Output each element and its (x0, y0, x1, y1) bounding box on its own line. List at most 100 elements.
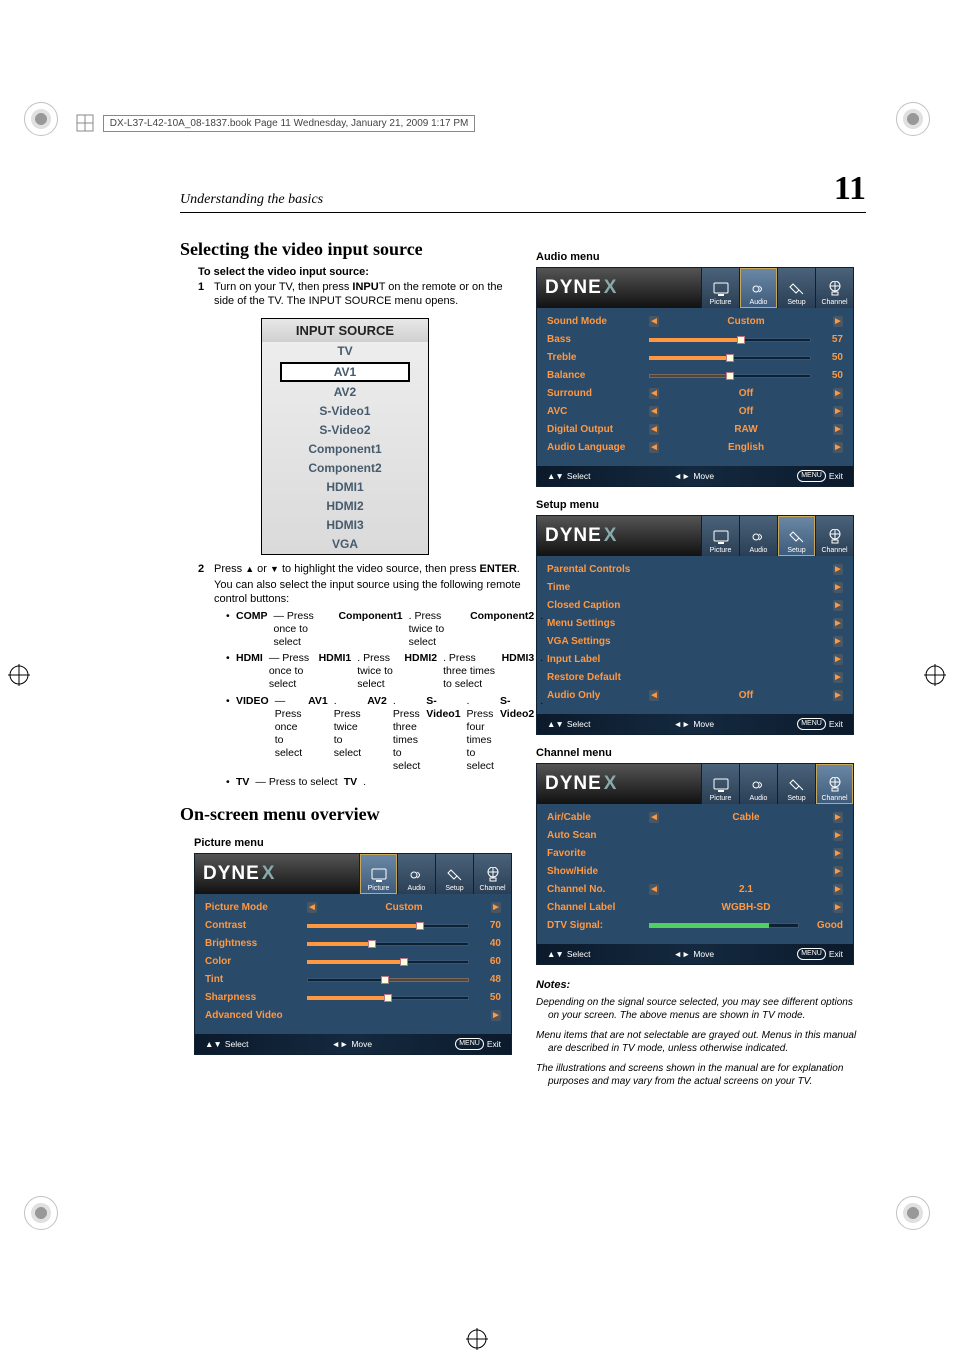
left-arrow-icon[interactable]: ◄ (649, 690, 659, 701)
right-arrow-icon[interactable]: ► (833, 902, 843, 913)
osd-tab-audio[interactable]: Audio (739, 764, 777, 804)
osd-row[interactable]: Favorite► (547, 848, 843, 859)
osd-row[interactable]: Brightness40 (205, 938, 501, 949)
osd-row[interactable]: Picture Mode◄Custom► (205, 902, 501, 913)
osd-slider[interactable] (649, 338, 811, 342)
osd-tab-audio[interactable]: Audio (739, 268, 777, 308)
left-arrow-icon[interactable]: ◄ (649, 406, 659, 417)
osd-slider[interactable] (307, 978, 469, 982)
osd-tab-picture[interactable]: Picture (359, 854, 397, 894)
osd-tab-setup[interactable]: Setup (777, 516, 815, 556)
leftright-icon: ◄► (674, 719, 691, 729)
left-arrow-icon[interactable]: ◄ (307, 902, 317, 913)
osd-row[interactable]: Color60 (205, 956, 501, 967)
right-arrow-icon[interactable]: ► (833, 406, 843, 417)
right-arrow-icon[interactable]: ► (833, 564, 843, 575)
right-arrow-icon[interactable]: ► (833, 636, 843, 647)
left-arrow-icon[interactable]: ◄ (649, 442, 659, 453)
right-arrow-icon[interactable]: ► (833, 600, 843, 611)
input-source-item[interactable]: TV (262, 342, 428, 361)
osd-row[interactable]: Audio Only◄Off► (547, 690, 843, 701)
osd-tab-setup[interactable]: Setup (777, 764, 815, 804)
osd-tab-channel[interactable]: Channel (815, 516, 853, 556)
right-arrow-icon[interactable]: ► (833, 442, 843, 453)
dynex-logo: DYNEX (537, 268, 701, 308)
right-arrow-icon[interactable]: ► (833, 672, 843, 683)
osd-row[interactable]: Parental Controls► (547, 564, 843, 575)
osd-row[interactable]: Bass57 (547, 334, 843, 345)
osd-row[interactable]: Time► (547, 582, 843, 593)
osd-row[interactable]: Surround◄Off► (547, 388, 843, 399)
input-source-item[interactable]: Component2 (262, 459, 428, 478)
right-arrow-icon[interactable]: ► (833, 830, 843, 841)
osd-row[interactable]: Auto Scan► (547, 830, 843, 841)
osd-row[interactable]: Digital Output◄RAW► (547, 424, 843, 435)
osd-row[interactable]: Channel No.◄2.1► (547, 884, 843, 895)
input-source-item[interactable]: S-Video1 (262, 402, 428, 421)
input-source-item[interactable]: VGA (262, 535, 428, 554)
osd-row[interactable]: DTV Signal:Good (547, 920, 843, 931)
picture-menu-title: Picture menu (194, 837, 510, 849)
osd-row[interactable]: Input Label► (547, 654, 843, 665)
right-arrow-icon[interactable]: ► (833, 884, 843, 895)
osd-slider[interactable] (649, 374, 811, 378)
osd-slider[interactable] (307, 996, 469, 1000)
right-arrow-icon[interactable]: ► (833, 388, 843, 399)
input-source-item[interactable]: HDMI3 (262, 516, 428, 535)
left-arrow-icon[interactable]: ◄ (649, 388, 659, 399)
osd-row[interactable]: Sound Mode◄Custom► (547, 316, 843, 327)
left-arrow-icon[interactable]: ◄ (649, 424, 659, 435)
right-arrow-icon[interactable]: ► (833, 582, 843, 593)
osd-tab-audio[interactable]: Audio (397, 854, 435, 894)
osd-row[interactable]: Closed Caption► (547, 600, 843, 611)
input-source-item[interactable]: Component1 (262, 440, 428, 459)
right-arrow-icon[interactable]: ► (833, 690, 843, 701)
right-arrow-icon[interactable]: ► (833, 618, 843, 629)
osd-slider[interactable] (307, 960, 469, 964)
osd-tab-picture[interactable]: Picture (701, 516, 739, 556)
right-arrow-icon[interactable]: ► (833, 812, 843, 823)
osd-row[interactable]: Restore Default► (547, 672, 843, 683)
osd-row[interactable]: Advanced Video► (205, 1010, 501, 1021)
osd-row[interactable]: Audio Language◄English► (547, 442, 843, 453)
osd-row[interactable]: Show/Hide► (547, 866, 843, 877)
osd-row[interactable]: Treble50 (547, 352, 843, 363)
osd-tab-channel[interactable]: Channel (815, 764, 853, 804)
right-arrow-icon[interactable]: ► (833, 848, 843, 859)
right-arrow-icon[interactable]: ► (833, 316, 843, 327)
osd-slider[interactable] (307, 942, 469, 946)
osd-row[interactable]: Balance50 (547, 370, 843, 381)
left-arrow-icon[interactable]: ◄ (649, 884, 659, 895)
input-source-item[interactable]: HDMI2 (262, 497, 428, 516)
osd-row[interactable]: Tint48 (205, 974, 501, 985)
right-arrow-icon[interactable]: ► (833, 654, 843, 665)
osd-row[interactable]: Air/Cable◄Cable► (547, 812, 843, 823)
osd-row[interactable]: Contrast70 (205, 920, 501, 931)
left-arrow-icon[interactable]: ◄ (649, 316, 659, 327)
osd-row[interactable]: Channel LabelWGBH-SD► (547, 902, 843, 913)
osd-tab-channel[interactable]: Channel (815, 268, 853, 308)
osd-tab-picture[interactable]: Picture (701, 764, 739, 804)
osd-row[interactable]: AVC◄Off► (547, 406, 843, 417)
osd-row[interactable]: VGA Settings► (547, 636, 843, 647)
osd-row-label: Color (205, 956, 303, 967)
input-source-item[interactable]: HDMI1 (262, 478, 428, 497)
input-source-item[interactable]: AV2 (262, 383, 428, 402)
right-arrow-icon[interactable]: ► (491, 902, 501, 913)
osd-slider[interactable] (649, 356, 811, 360)
right-arrow-icon[interactable]: ► (833, 866, 843, 877)
osd-tab-channel[interactable]: Channel (473, 854, 511, 894)
right-arrow-icon[interactable]: ► (833, 424, 843, 435)
left-arrow-icon[interactable]: ◄ (649, 812, 659, 823)
osd-slider[interactable] (307, 924, 469, 928)
input-source-item[interactable]: S-Video2 (262, 421, 428, 440)
right-arrow-icon[interactable]: ► (491, 1010, 501, 1021)
osd-tab-audio[interactable]: Audio (739, 516, 777, 556)
osd-tab-setup[interactable]: Setup (435, 854, 473, 894)
input-source-item[interactable]: AV1 (280, 362, 410, 382)
osd-tab-setup[interactable]: Setup (777, 268, 815, 308)
osd-row[interactable]: Sharpness50 (205, 992, 501, 1003)
osd-row[interactable]: Menu Settings► (547, 618, 843, 629)
osd-tab-picture[interactable]: Picture (701, 268, 739, 308)
osd-row-value: WGBH-SD (663, 902, 829, 913)
